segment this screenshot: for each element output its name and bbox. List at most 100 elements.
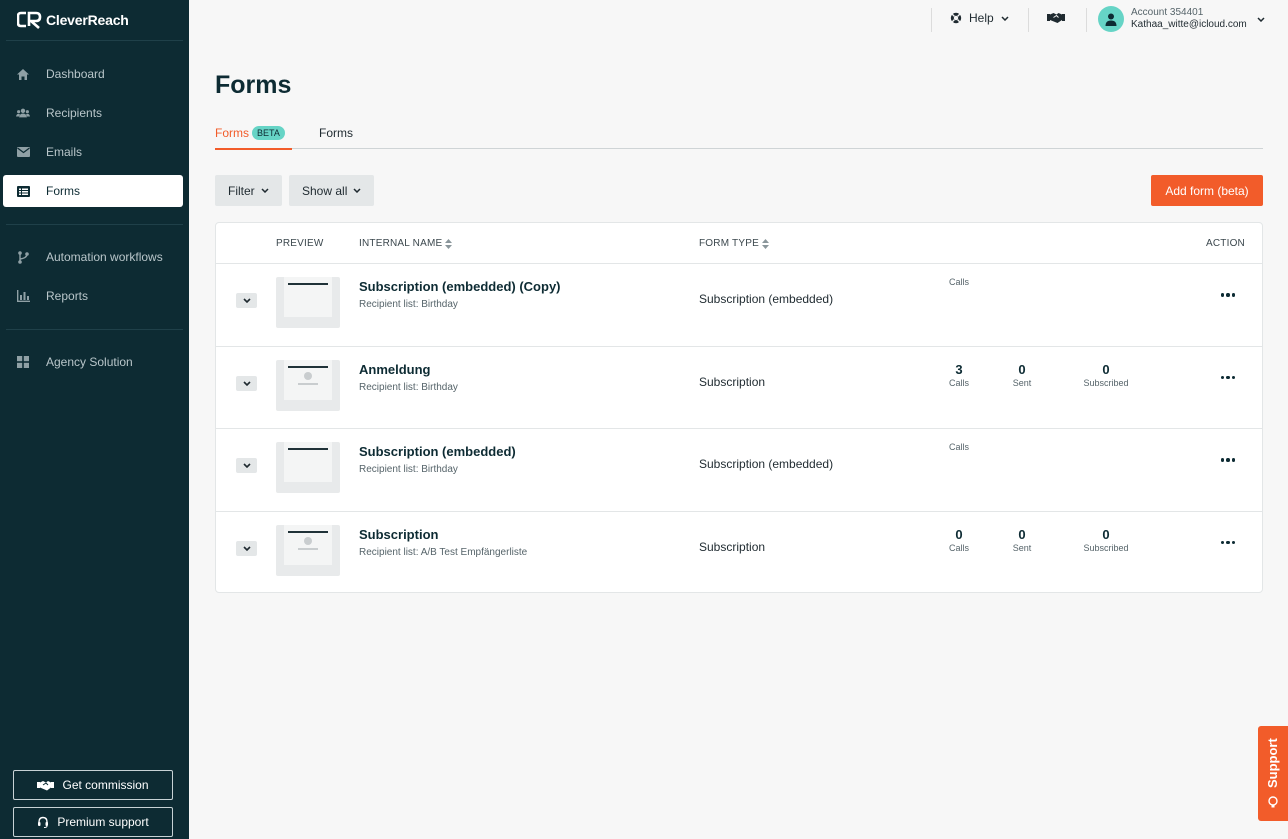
recipient-list: Recipient list: A/B Test Empfängerliste [359, 546, 528, 558]
expand-row-button[interactable] [236, 540, 257, 556]
calls-label: Calls [948, 542, 969, 553]
brand-name: CleverReach [46, 12, 129, 28]
tab-bar: Forms BETA Forms [215, 121, 1263, 150]
column-preview: PREVIEW [276, 238, 324, 249]
premium-support-label: Premium support [57, 815, 149, 829]
sent-count: 0 [1018, 361, 1026, 377]
form-type: Subscription (embedded) [699, 457, 834, 471]
form-type: Subscription [699, 539, 766, 554]
sidebar-item-forms[interactable]: Forms [3, 175, 183, 207]
more-actions-button[interactable] [1216, 288, 1240, 302]
avatar [1098, 6, 1124, 32]
help-label: Help [969, 11, 994, 25]
form-preview-thumbnail[interactable] [276, 359, 340, 411]
show-all-label: Show all [302, 183, 348, 198]
recipient-list: Recipient list: Birthday [359, 464, 458, 475]
tab-forms-beta[interactable]: Forms BETA [215, 126, 292, 150]
sidebar-item-label: Dashboard [46, 67, 105, 81]
lifebuoy-icon [950, 12, 962, 24]
divider [1086, 8, 1087, 32]
more-actions-button[interactable] [1216, 453, 1240, 467]
sent-stat: 0 Sent [992, 362, 1052, 388]
sort-icon [761, 238, 769, 249]
table-row: Anmeldung Recipient list: Birthday Subsc… [216, 347, 1262, 429]
nav-group-agency: Agency Solution [6, 330, 183, 395]
show-all-dropdown[interactable]: Show all [289, 175, 375, 206]
recipient-list: Recipient list: Birthday [359, 381, 458, 393]
account-number: Account 354401 [1131, 7, 1204, 18]
form-name[interactable]: Subscription (embedded) [359, 444, 516, 459]
premium-support-button[interactable]: Premium support [13, 807, 173, 837]
account-email: Kathaa_witte@icloud.com [1131, 19, 1247, 30]
cleverreach-logo-icon [17, 11, 42, 29]
calls-count: 0 [955, 526, 963, 542]
tab-label: Forms [215, 126, 249, 140]
sidebar-item-emails[interactable]: Emails [6, 136, 183, 168]
sidebar-item-recipients[interactable]: Recipients [6, 97, 183, 129]
sidebar-item-reports[interactable]: Reports [6, 280, 183, 312]
calls-label: Calls [948, 377, 969, 388]
expand-row-button[interactable] [236, 458, 257, 473]
table-row: Subscription (embedded) Recipient list: … [216, 429, 1262, 512]
sent-label: Sent [1012, 377, 1032, 388]
top-bar: Help Account 354401 Kathaa_witte@icloud.… [189, 0, 1288, 40]
column-internal-name[interactable]: INTERNAL NAME [359, 238, 453, 249]
form-name[interactable]: Subscription (embedded) (Copy) [359, 279, 561, 294]
sidebar-item-automation-workflows[interactable]: Automation workflows [6, 241, 183, 273]
more-actions-button[interactable] [1216, 371, 1240, 385]
expand-row-button[interactable] [236, 293, 257, 308]
page-title: Forms [215, 71, 292, 99]
chart-icon [16, 289, 30, 303]
lightbulb-icon [1268, 796, 1278, 808]
column-form-type[interactable]: FORM TYPE [699, 238, 769, 249]
divider [931, 8, 932, 32]
form-name[interactable]: Anmeldung [359, 362, 431, 377]
form-preview-thumbnail[interactable] [276, 277, 340, 328]
filter-label: Filter [228, 183, 255, 198]
form-preview-thumbnail[interactable] [276, 524, 340, 576]
calls-label: Calls [948, 277, 969, 287]
table-row: Subscription Recipient list: A/B Test Em… [216, 512, 1262, 595]
logo[interactable]: CleverReach [6, 0, 183, 41]
nav-group-main: Dashboard Recipients Emails Forms [3, 41, 183, 225]
divider [1028, 8, 1029, 32]
support-tab[interactable]: Support [1258, 726, 1288, 821]
sidebar-item-label: Forms [46, 184, 80, 198]
subscribed-stat: 0 Subscribed [1076, 527, 1136, 553]
sent-label: Sent [1012, 542, 1032, 553]
get-commission-label: Get commission [62, 778, 149, 792]
partner-button[interactable] [1047, 11, 1065, 29]
more-actions-button[interactable] [1216, 536, 1240, 550]
account-menu[interactable]: Account 354401 Kathaa_witte@icloud.com [1098, 6, 1265, 32]
sidebar-item-agency-solution[interactable]: Agency Solution [6, 346, 183, 378]
support-label: Support [1265, 738, 1280, 788]
add-form-button[interactable]: Add form (beta) [1151, 175, 1263, 206]
calls-stat: Calls [929, 277, 989, 287]
calls-stat: Calls [929, 442, 989, 452]
tab-forms[interactable]: Forms [319, 126, 353, 140]
nav-group-automation: Automation workflows Reports [6, 225, 183, 330]
help-menu[interactable]: Help [950, 11, 1009, 25]
table-header: PREVIEW INTERNAL NAME FORM TYPE ACTION [216, 223, 1262, 264]
subscribed-count: 0 [1102, 361, 1110, 377]
chevron-down-icon [1001, 15, 1009, 21]
form-name[interactable]: Subscription [359, 527, 438, 542]
sidebar-item-label: Reports [46, 289, 89, 303]
filter-button[interactable]: Filter [215, 175, 282, 206]
form-preview-thumbnail[interactable] [276, 442, 340, 493]
sidebar-item-dashboard[interactable]: Dashboard [6, 58, 183, 90]
expand-row-button[interactable] [236, 375, 257, 391]
chevron-down-icon [242, 380, 251, 386]
user-icon [1105, 13, 1117, 26]
chevron-down-icon [242, 463, 251, 468]
chevron-down-icon [261, 188, 269, 193]
sent-count: 0 [1018, 526, 1026, 542]
sent-stat: 0 Sent [992, 527, 1052, 553]
sidebar-item-label: Emails [46, 145, 83, 159]
get-commission-button[interactable]: Get commission [13, 770, 173, 800]
calls-stat: 3 Calls [929, 362, 989, 388]
calls-count: 3 [955, 361, 963, 377]
subscribed-stat: 0 Subscribed [1076, 362, 1136, 388]
chevron-down-icon [242, 545, 251, 551]
list-icon [16, 184, 30, 198]
